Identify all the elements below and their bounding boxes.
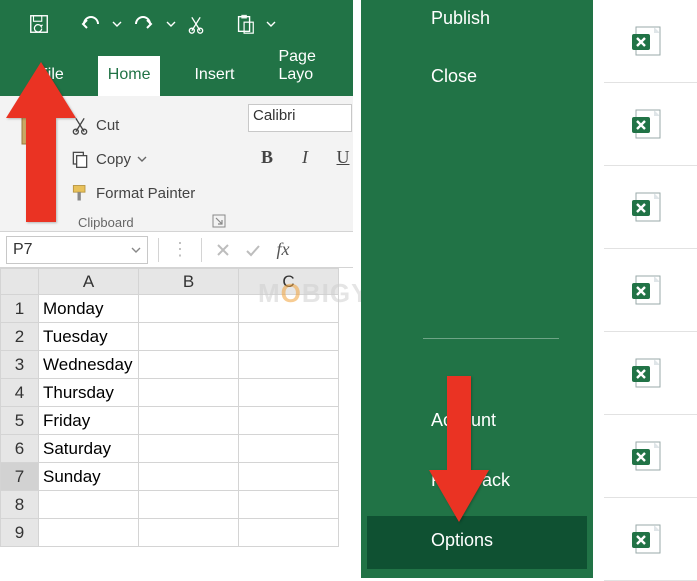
annotation-arrow-up <box>6 62 76 222</box>
file-backstage-menu: Publish Close Account Feedback Options <box>361 0 593 578</box>
cell[interactable] <box>139 463 239 491</box>
cell[interactable] <box>139 491 239 519</box>
chevron-down-icon[interactable] <box>131 245 141 255</box>
select-all-corner[interactable] <box>1 269 39 295</box>
menu-publish[interactable]: Publish <box>367 0 587 41</box>
name-box[interactable]: P7 <box>6 236 148 264</box>
redo-icon[interactable] <box>132 14 156 34</box>
cancel-icon[interactable] <box>208 242 238 258</box>
menu-options[interactable]: Options <box>367 516 587 569</box>
row-header[interactable]: 2 <box>1 323 39 351</box>
excel-file-icon <box>630 107 664 141</box>
tab-insert[interactable]: Insert <box>184 56 244 96</box>
row-header[interactable]: 7 <box>1 463 39 491</box>
cell[interactable] <box>139 519 239 547</box>
fx-icon[interactable]: fx <box>268 239 298 260</box>
excel-file-icon <box>630 190 664 224</box>
menu-divider <box>423 338 559 339</box>
excel-window: File Home Insert Page Layo P Cut Copy Fo… <box>0 0 353 578</box>
cell[interactable]: Saturday <box>39 435 139 463</box>
save-refresh-icon[interactable] <box>28 13 50 35</box>
copy-label: Copy <box>96 151 131 168</box>
clipboard-paste-icon[interactable] <box>234 13 256 35</box>
col-header-a[interactable]: A <box>39 269 139 295</box>
cell[interactable] <box>239 379 339 407</box>
clipboard-group-label: Clipboard <box>78 215 134 230</box>
cell[interactable] <box>139 351 239 379</box>
enter-icon[interactable] <box>238 242 268 258</box>
recent-file-item[interactable] <box>604 498 697 581</box>
font-name-select[interactable]: Calibri <box>248 104 352 132</box>
chevron-down-icon[interactable] <box>137 154 147 164</box>
cell[interactable]: Thursday <box>39 379 139 407</box>
cut-label: Cut <box>96 117 119 134</box>
recent-files-list <box>604 0 697 578</box>
worksheet-grid[interactable]: A B C 1Monday 2Tuesday 3Wednesday 4Thurs… <box>0 268 353 547</box>
excel-file-icon <box>630 273 664 307</box>
cell[interactable] <box>239 435 339 463</box>
recent-file-item[interactable] <box>604 166 697 249</box>
row-header[interactable]: 5 <box>1 407 39 435</box>
recent-file-item[interactable] <box>604 415 697 498</box>
recent-file-item[interactable] <box>604 83 697 166</box>
tab-home[interactable]: Home <box>98 56 161 96</box>
cell[interactable] <box>239 519 339 547</box>
col-header-b[interactable]: B <box>139 269 239 295</box>
formula-bar: P7 ⋮ fx <box>0 232 353 268</box>
recent-file-item[interactable] <box>604 249 697 332</box>
cell[interactable] <box>139 407 239 435</box>
cell[interactable]: Sunday <box>39 463 139 491</box>
name-box-value: P7 <box>13 241 33 259</box>
row-header[interactable]: 1 <box>1 295 39 323</box>
cell[interactable] <box>239 351 339 379</box>
cell[interactable]: Tuesday <box>39 323 139 351</box>
row-header[interactable]: 8 <box>1 491 39 519</box>
italic-button[interactable]: I <box>294 146 316 168</box>
row-header[interactable]: 9 <box>1 519 39 547</box>
cell[interactable] <box>39 491 139 519</box>
row-header[interactable]: 6 <box>1 435 39 463</box>
excel-file-icon <box>630 439 664 473</box>
font-group: Calibri B I U <box>248 104 368 168</box>
cell[interactable] <box>39 519 139 547</box>
excel-file-icon <box>630 522 664 556</box>
cell[interactable] <box>139 379 239 407</box>
cell[interactable] <box>239 407 339 435</box>
cell[interactable]: Friday <box>39 407 139 435</box>
cell[interactable] <box>139 295 239 323</box>
recent-file-item[interactable] <box>604 332 697 415</box>
format-painter-label: Format Painter <box>96 185 195 202</box>
cell[interactable] <box>139 323 239 351</box>
more-icon[interactable]: ⋮ <box>165 239 195 260</box>
chevron-down-icon[interactable] <box>166 19 176 29</box>
chevron-down-icon[interactable] <box>266 19 276 29</box>
cell[interactable] <box>239 491 339 519</box>
cell[interactable] <box>239 463 339 491</box>
row-header[interactable]: 3 <box>1 351 39 379</box>
dialog-launcher-icon[interactable] <box>212 214 226 233</box>
row-header[interactable]: 4 <box>1 379 39 407</box>
menu-close[interactable]: Close <box>367 54 587 99</box>
excel-file-icon <box>630 24 664 58</box>
annotation-arrow-down <box>429 376 489 522</box>
format-painter-button[interactable]: Format Painter <box>66 176 347 210</box>
cell[interactable] <box>239 323 339 351</box>
recent-file-item[interactable] <box>604 0 697 83</box>
chevron-down-icon[interactable] <box>112 19 122 29</box>
cell[interactable]: Wednesday <box>39 351 139 379</box>
cut-icon[interactable] <box>186 14 206 34</box>
bold-button[interactable]: B <box>256 146 278 168</box>
cell[interactable]: Monday <box>39 295 139 323</box>
undo-icon[interactable] <box>78 14 102 34</box>
cell[interactable] <box>139 435 239 463</box>
tab-page-layout[interactable]: Page Layo <box>268 38 353 96</box>
excel-file-icon <box>630 356 664 390</box>
underline-button[interactable]: U <box>332 146 354 168</box>
